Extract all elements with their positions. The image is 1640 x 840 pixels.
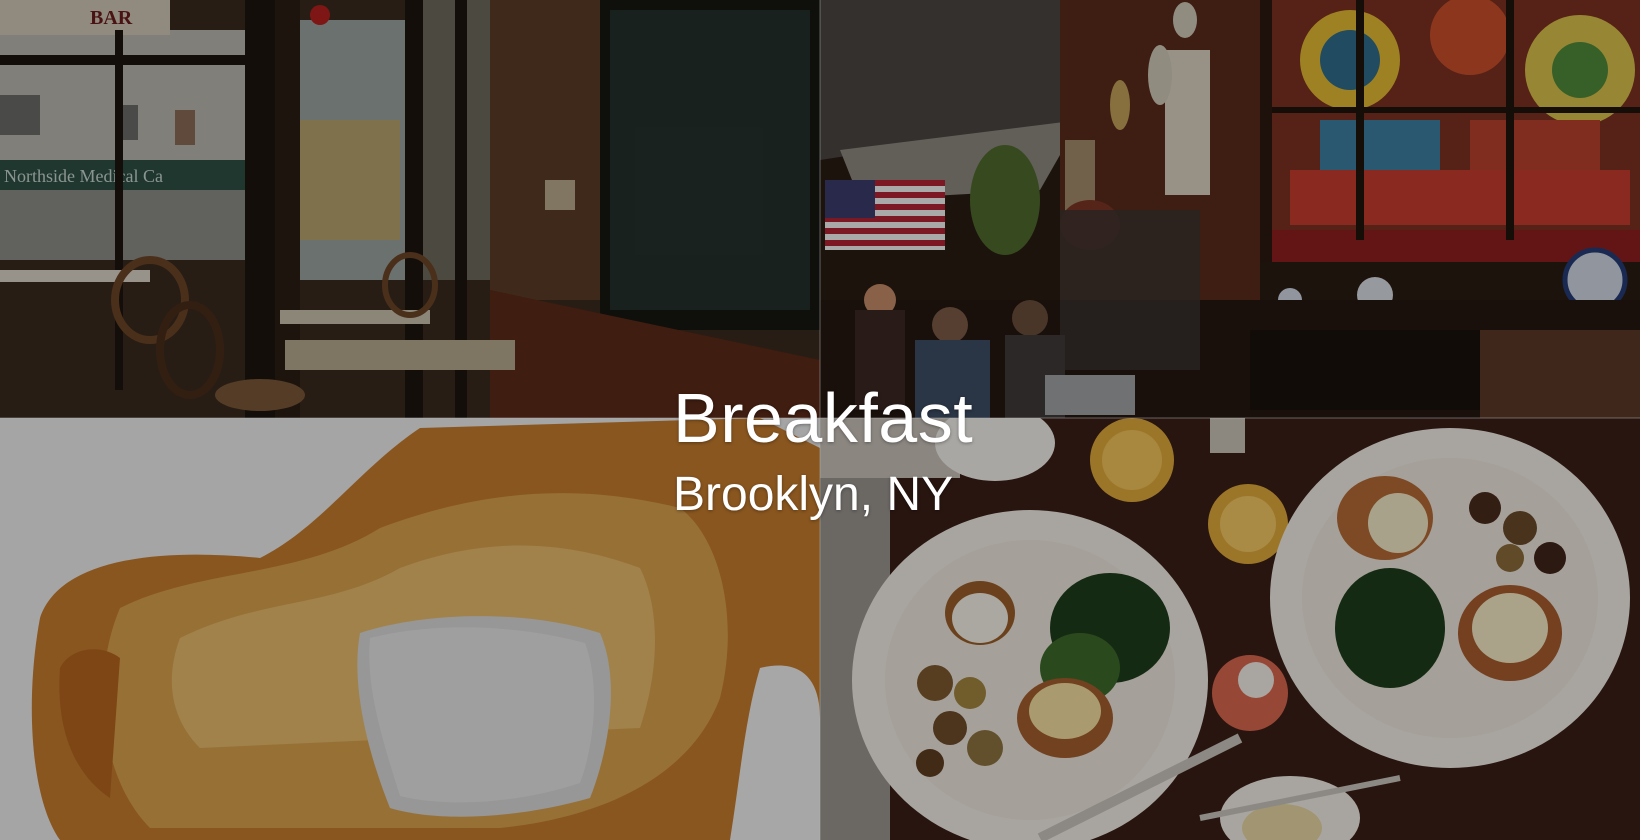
stained-glass-interior-image xyxy=(820,0,1640,418)
svg-text:Northside Medical Ca: Northside Medical Ca xyxy=(4,166,163,186)
photo-restaurant-windows: Northside Medical Ca BAR xyxy=(0,0,820,418)
photo-restaurant-stained-glass xyxy=(820,0,1640,418)
svg-text:BAR: BAR xyxy=(90,7,133,29)
hero-banner: Northside Medical Ca BAR Breakfast Brook… xyxy=(0,0,1640,840)
hero-subtitle: Brooklyn, NY xyxy=(673,468,954,521)
restaurant-windows-image: Northside Medical Ca BAR xyxy=(0,0,820,418)
hero-title: Breakfast xyxy=(673,379,974,457)
hero-caption: Breakfast Brooklyn, NY xyxy=(673,380,973,522)
